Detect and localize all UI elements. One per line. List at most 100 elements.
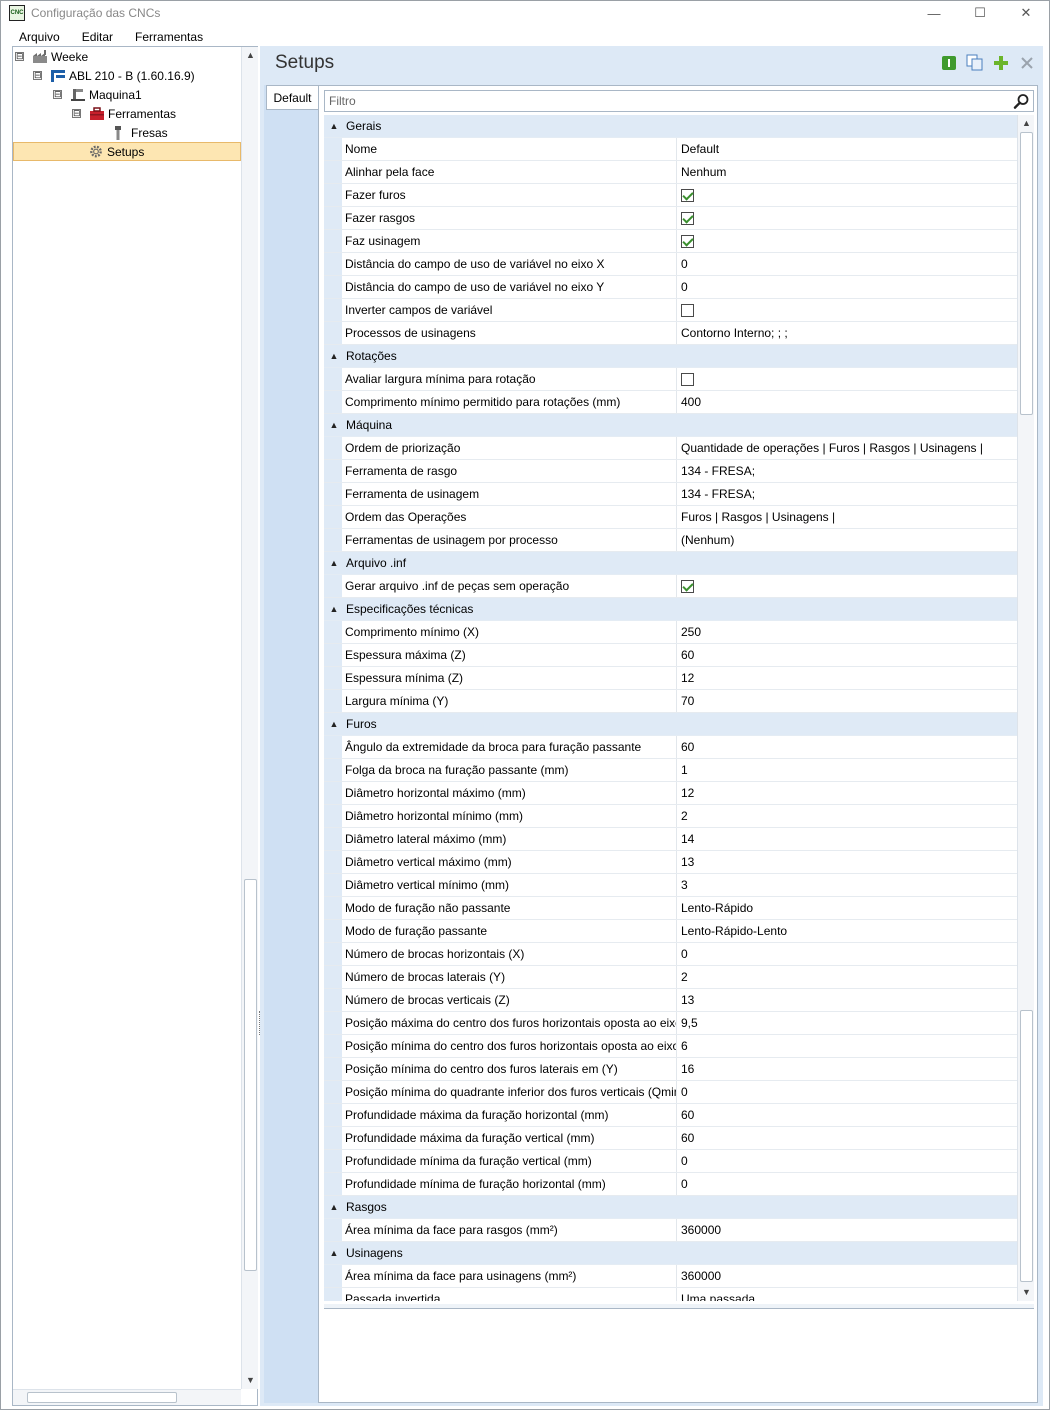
property-value[interactable]: 0 xyxy=(677,943,1017,965)
search-icon[interactable] xyxy=(1013,93,1030,110)
property-row[interactable]: Ferramentas de usinagem por processo (Nen… xyxy=(324,529,1017,552)
property-value[interactable]: 60 xyxy=(677,1104,1017,1126)
property-value[interactable]: 9,5 xyxy=(677,1012,1017,1034)
property-value-cell[interactable] xyxy=(677,184,1017,206)
tree-vertical-scrollbar[interactable]: ▲ ▼ xyxy=(241,47,258,1389)
tree-vscroll-thumb[interactable] xyxy=(244,879,257,1271)
tree-node-abl210[interactable]: ⊟ ABL 210 - B (1.60.16.9) xyxy=(33,66,195,85)
grid-vscroll-thumb-bottom[interactable] xyxy=(1020,1010,1033,1282)
checkbox-unchecked[interactable] xyxy=(681,303,694,317)
property-value[interactable]: 14 xyxy=(677,828,1017,850)
property-row[interactable]: Diâmetro horizontal máximo (mm) 12 xyxy=(324,782,1017,805)
tree-node-ferramentas[interactable]: ⊟ Ferramentas xyxy=(72,104,176,123)
property-row[interactable]: Diâmetro vertical mínimo (mm) 3 xyxy=(324,874,1017,897)
checkbox-unchecked[interactable] xyxy=(681,372,694,386)
property-row[interactable]: Profundidade mínima de furação horizonta… xyxy=(324,1173,1017,1196)
property-value[interactable]: Lento-Rápido xyxy=(677,897,1017,919)
property-row[interactable]: Nome Default xyxy=(324,138,1017,161)
property-value-cell[interactable] xyxy=(677,230,1017,252)
grid-scroll-up-icon[interactable]: ▲ xyxy=(1018,115,1035,132)
filter-input[interactable] xyxy=(325,91,1011,111)
property-row[interactable]: Profundidade mínima da furação vertical … xyxy=(324,1150,1017,1173)
property-row[interactable]: Ângulo da extremidade da broca para fura… xyxy=(324,736,1017,759)
property-value[interactable]: 2 xyxy=(677,966,1017,988)
property-value[interactable]: 12 xyxy=(677,667,1017,689)
category-row[interactable]: ▲ Rasgos xyxy=(324,1196,1017,1219)
property-value-cell[interactable] xyxy=(677,368,1017,390)
description-splitter[interactable] xyxy=(324,1304,1034,1309)
property-row[interactable]: Número de brocas verticais (Z) 13 xyxy=(324,989,1017,1012)
property-row[interactable]: Área mínima da face para rasgos (mm²) 360… xyxy=(324,1219,1017,1242)
property-row[interactable]: Posição mínima do centro dos furos later… xyxy=(324,1058,1017,1081)
property-value[interactable]: Contorno Interno; ; ; xyxy=(677,322,1017,344)
property-row[interactable]: Modo de furação passante Lento-Rápido-Len… xyxy=(324,920,1017,943)
category-row[interactable]: ▲ Gerais xyxy=(324,115,1017,138)
delete-button[interactable] xyxy=(1018,54,1035,71)
maximize-button[interactable]: ☐ xyxy=(957,1,1003,25)
collapse-chevron-icon[interactable]: ▲ xyxy=(324,420,344,430)
property-value[interactable]: 12 xyxy=(677,782,1017,804)
property-value[interactable]: 0 xyxy=(677,1173,1017,1195)
property-value-cell[interactable] xyxy=(677,575,1017,597)
scroll-up-arrow-icon[interactable]: ▲ xyxy=(242,47,259,64)
property-row[interactable]: Inverter campos de variável xyxy=(324,299,1017,322)
close-button[interactable]: ✕ xyxy=(1003,1,1049,25)
tree-toggle-maquina1[interactable]: ⊟ xyxy=(53,90,62,99)
property-row[interactable]: Ordem das Operações Furos | Rasgos | Usin… xyxy=(324,506,1017,529)
category-row[interactable]: ▲ Furos xyxy=(324,713,1017,736)
category-row[interactable]: ▲ Rotações xyxy=(324,345,1017,368)
property-value[interactable]: 1 xyxy=(677,759,1017,781)
property-value[interactable]: Uma passada xyxy=(677,1288,1017,1301)
property-row[interactable]: Modo de furação não passante Lento-Rápido xyxy=(324,897,1017,920)
property-row[interactable]: Passada invertida Uma passada xyxy=(324,1288,1017,1301)
tree-horizontal-scrollbar[interactable] xyxy=(13,1389,241,1405)
add-button[interactable] xyxy=(992,54,1009,71)
checkbox-checked[interactable] xyxy=(681,211,694,225)
property-row[interactable]: Comprimento mínimo (X) 250 xyxy=(324,621,1017,644)
property-value[interactable]: 60 xyxy=(677,1127,1017,1149)
collapse-chevron-icon[interactable]: ▲ xyxy=(324,558,344,568)
property-row[interactable]: Fazer furos xyxy=(324,184,1017,207)
property-value[interactable]: (Nenhum) xyxy=(677,529,1017,551)
property-value[interactable]: 360000 xyxy=(677,1219,1017,1241)
grid-vscroll-thumb-top[interactable] xyxy=(1020,132,1033,415)
collapse-chevron-icon[interactable]: ▲ xyxy=(324,1248,344,1258)
tree-hscroll-thumb[interactable] xyxy=(27,1392,177,1403)
checkbox-checked[interactable] xyxy=(681,188,694,202)
property-row[interactable]: Número de brocas laterais (Y) 2 xyxy=(324,966,1017,989)
menu-arquivo[interactable]: Arquivo xyxy=(19,30,60,44)
property-row[interactable]: Ferramenta de rasgo 134 - FRESA; xyxy=(324,460,1017,483)
collapse-chevron-icon[interactable]: ▲ xyxy=(324,604,344,614)
category-row[interactable]: ▲ Especificações técnicas xyxy=(324,598,1017,621)
property-value[interactable]: 0 xyxy=(677,1081,1017,1103)
category-row[interactable]: ▲ Máquina xyxy=(324,414,1017,437)
property-row[interactable]: Posição mínima do centro dos furos horiz… xyxy=(324,1035,1017,1058)
property-row[interactable]: Diâmetro lateral máximo (mm) 14 xyxy=(324,828,1017,851)
property-row[interactable]: Espessura máxima (Z) 60 xyxy=(324,644,1017,667)
property-value[interactable]: 3 xyxy=(677,874,1017,896)
collapse-chevron-icon[interactable]: ▲ xyxy=(324,719,344,729)
property-value-cell[interactable] xyxy=(677,299,1017,321)
property-value-cell[interactable] xyxy=(677,207,1017,229)
category-row[interactable]: ▲ Arquivo .inf xyxy=(324,552,1017,575)
tree-node-setups[interactable]: Setups xyxy=(13,142,241,161)
title-bar[interactable]: CNC Configuração das CNCs — ☐ ✕ xyxy=(1,1,1049,25)
property-value[interactable]: Quantidade de operações | Furos | Rasgos… xyxy=(677,437,1017,459)
property-row[interactable]: Folga da broca na furação passante (mm) 1 xyxy=(324,759,1017,782)
checkbox-checked[interactable] xyxy=(681,234,694,248)
property-row[interactable]: Distância do campo de uso de variável no… xyxy=(324,276,1017,299)
menu-editar[interactable]: Editar xyxy=(82,30,113,44)
property-row[interactable]: Espessura mínima (Z) 12 xyxy=(324,667,1017,690)
property-row[interactable]: Profundidade máxima da furação horizonta… xyxy=(324,1104,1017,1127)
property-value[interactable]: 134 - FRESA; xyxy=(677,483,1017,505)
property-value[interactable]: 60 xyxy=(677,736,1017,758)
collapse-chevron-icon[interactable]: ▲ xyxy=(324,351,344,361)
property-row[interactable]: Largura mínima (Y) 70 xyxy=(324,690,1017,713)
property-value[interactable]: 400 xyxy=(677,391,1017,413)
tree-toggle-weeke[interactable]: ⊟ xyxy=(15,52,24,61)
property-value[interactable]: Lento-Rápido-Lento xyxy=(677,920,1017,942)
property-value[interactable]: 250 xyxy=(677,621,1017,643)
property-row[interactable]: Posição máxima do centro dos furos horiz… xyxy=(324,1012,1017,1035)
property-row[interactable]: Diâmetro horizontal mínimo (mm) 2 xyxy=(324,805,1017,828)
property-row[interactable]: Processos de usinagens Contorno Interno; … xyxy=(324,322,1017,345)
